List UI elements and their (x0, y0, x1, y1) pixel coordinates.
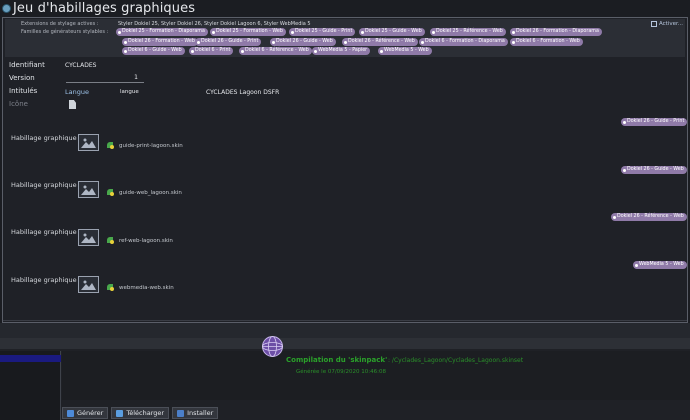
download-button[interactable]: Télécharger (111, 407, 170, 419)
globe-icon (262, 336, 283, 357)
family-tag: Dokiel 26 - Formation - Web (122, 38, 198, 46)
skin-tag: Dokiel 26 - Guide - Print (621, 118, 688, 126)
family-tag: Dokiel 26 - Formation - Diaporama (510, 28, 602, 36)
image-icon (81, 138, 96, 148)
skin-thumbnail[interactable] (78, 229, 99, 246)
skin-label: Habillage graphique (11, 276, 77, 284)
skin-file-name: ref-web-lagoon.skin (119, 238, 173, 244)
langue-field[interactable]: langue (120, 89, 139, 95)
family-tag: Dokiel 25 - Guide - Print (289, 28, 356, 36)
family-tag: Dokiel 26 - Référence - Web (342, 38, 418, 46)
skin-tag: WebMedia 5 - Web (633, 261, 687, 269)
families-label: Familles de générateurs stylables : (21, 29, 109, 35)
skin-tag: Dokiel 26 - Référence - Web (611, 213, 687, 221)
family-tag: Dokiel 6 - Formation - Web (510, 38, 583, 46)
skin-label: Habillage graphique (11, 181, 77, 189)
skin-file-icon (107, 142, 115, 150)
identifiant-field[interactable]: CYCLADES (65, 62, 96, 69)
skin-label: Habillage graphique (11, 134, 77, 142)
download-label: Télécharger (126, 409, 165, 417)
extensions-value: Styler Dokiel 25, Styler Dokiel 26, Styl… (118, 21, 311, 27)
activate-link[interactable]: Activer... (650, 21, 683, 27)
splitter-bar[interactable] (0, 323, 690, 338)
activate-icon (650, 21, 657, 27)
tree-pane[interactable] (0, 351, 61, 420)
version-field[interactable]: 1 (66, 74, 144, 83)
skin-thumbnail[interactable] (78, 134, 99, 151)
family-tag: Dokiel 26 - Guide - Print (195, 38, 262, 46)
skin-file-link[interactable]: webmedia-web.skin (107, 284, 174, 292)
activate-label: Activer... (658, 21, 683, 27)
intitule-field[interactable]: CYCLADES Lagoon DSFR (206, 89, 279, 96)
skin-file-icon (107, 284, 115, 292)
window-title: Jeu d'habillages graphiques (13, 1, 196, 16)
build-path-link[interactable]: : /Cyclades_Lagoon/Cyclades_Lagoon.skins… (388, 357, 523, 364)
image-icon (81, 233, 96, 243)
bottom-toolbar: Générer Télécharger Installer (62, 407, 219, 419)
skin-thumbnail[interactable] (78, 181, 99, 198)
skin-file-name: guide-web_lagoon.skin (119, 190, 182, 196)
image-icon (81, 280, 96, 290)
window-titlebar: Jeu d'habillages graphiques (0, 0, 690, 17)
langue-label: Langue (65, 88, 89, 96)
generate-label: Générer (77, 409, 104, 417)
skin-file-link[interactable]: guide-print-lagoon.skin (107, 142, 183, 150)
skin-file-name: webmedia-web.skin (119, 285, 174, 291)
family-tag: Dokiel 25 - Référence - Web (430, 28, 506, 36)
generate-icon (67, 409, 74, 417)
intitules-label: Intitulés (9, 87, 38, 95)
skin-file-name: guide-print-lagoon.skin (119, 143, 183, 149)
skin-label: Habillage graphique (11, 228, 77, 236)
skin-file-link[interactable]: guide-web_lagoon.skin (107, 189, 182, 197)
extensions-box: Extensions de stylage actives : Styler D… (5, 19, 685, 57)
family-tag: WebMedia 5 - Web (378, 47, 432, 55)
app-icon (2, 4, 11, 13)
family-tag: Dokiel 25 - Formation - Diaporama (116, 28, 208, 36)
document-icon[interactable] (69, 100, 76, 109)
download-icon (116, 409, 124, 417)
tree-selection[interactable] (0, 355, 61, 362)
skin-thumbnail[interactable] (78, 276, 99, 293)
family-tag: Dokiel 26 - Guide - Web (270, 38, 336, 46)
skin-file-icon (107, 189, 115, 197)
build-title: Compilation du 'skinpack' (286, 356, 388, 364)
family-tag: Dokiel 25 - Formation - Web (210, 28, 286, 36)
image-icon (81, 185, 96, 195)
skin-file-icon (107, 237, 115, 245)
identifiant-label: Identifiant (9, 61, 45, 69)
tab-strip (0, 338, 690, 349)
icone-label: Icône (9, 100, 28, 108)
generate-button[interactable]: Générer (62, 407, 109, 419)
family-tag: Dokiel 6 - Print (189, 47, 234, 55)
family-tag: Dokiel 6 - Formation - Diaporama (419, 38, 508, 46)
skin-set-panel: Extensions de stylage actives : Styler D… (2, 17, 688, 323)
version-label: Version (9, 74, 35, 82)
skin-tag: Dokiel 26 - Guide - Web (621, 166, 687, 174)
family-tag: Dokiel 6 - Référence - Web (239, 47, 312, 55)
panel-bottom-divider (3, 320, 687, 321)
skin-file-link[interactable]: ref-web-lagoon.skin (107, 237, 173, 245)
family-tag: WebMedia 5 - Papier (312, 47, 371, 55)
family-tag: Dokiel 6 - Guide - Web (122, 47, 185, 55)
build-date: Générée le 07/09/2020 10:46:08 (296, 369, 386, 375)
install-icon (177, 409, 185, 417)
install-button[interactable]: Installer (172, 407, 219, 419)
extensions-label: Extensions de stylage actives : (21, 21, 99, 27)
install-label: Installer (187, 409, 214, 417)
family-tag: Dokiel 25 - Guide - Web (359, 28, 425, 36)
